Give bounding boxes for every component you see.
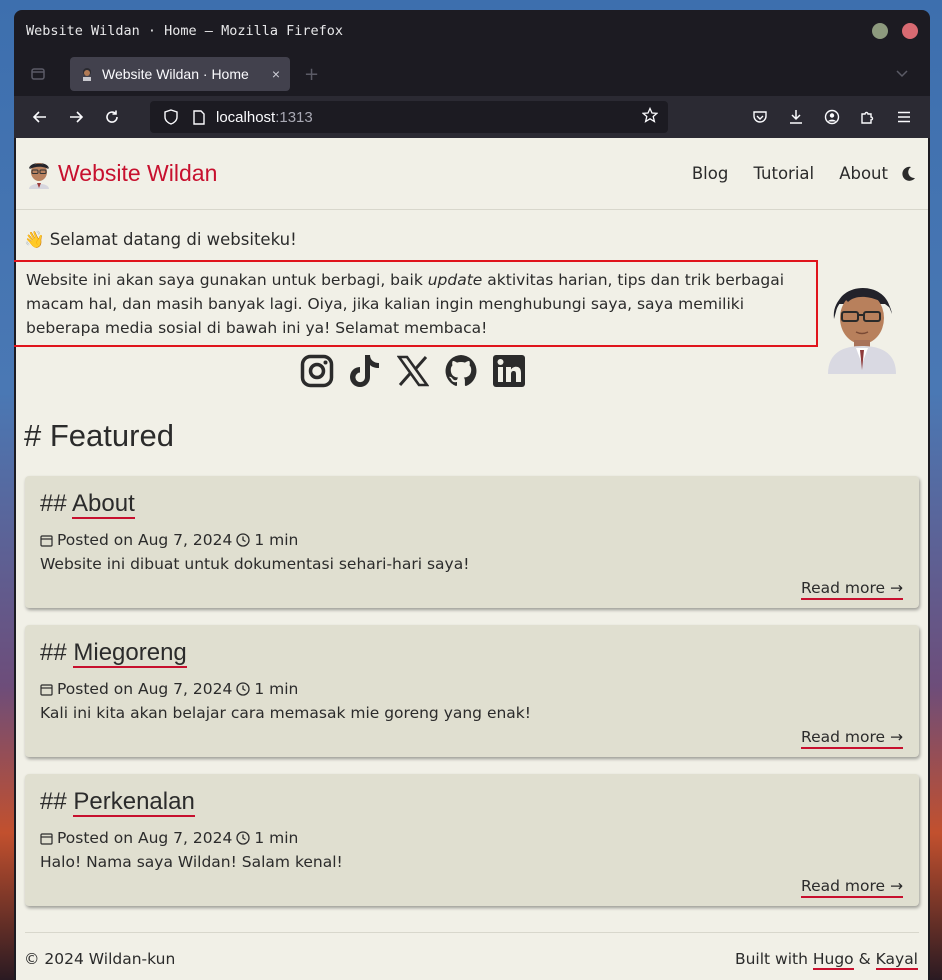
menu-item-blog[interactable]: Blog: [692, 164, 728, 183]
back-button[interactable]: [22, 101, 58, 133]
hugo-link[interactable]: Hugo: [812, 950, 854, 970]
intro-text-start: Website ini akan saya gunakan untuk berb…: [26, 271, 428, 289]
reload-icon: [106, 110, 118, 123]
pocket-button[interactable]: [742, 101, 778, 133]
site-title-link[interactable]: Website Wildan: [58, 160, 217, 187]
read-more-link[interactable]: Read more →: [801, 728, 903, 749]
card-heading: ## Perkenalan: [40, 788, 195, 817]
close-tab-icon[interactable]: ×: [272, 66, 280, 82]
window-title: Website Wildan · Home — Mozilla Firefox: [26, 23, 343, 39]
address-bar[interactable]: localhost:1313: [150, 101, 668, 133]
close-window-button[interactable]: [902, 23, 918, 39]
featured-card-miegoreng[interactable]: ## Miegoreng Posted on Aug 7, 2024 1 min…: [25, 625, 919, 757]
extensions-button[interactable]: [850, 101, 886, 133]
hero-avatar-image: [828, 287, 896, 374]
heading-prefix: ##: [40, 639, 74, 666]
clock-icon: [236, 682, 250, 696]
browser-window: Website Wildan · Home — Mozilla Firefox …: [14, 10, 930, 980]
account-button[interactable]: [814, 101, 850, 133]
page-icon[interactable]: [188, 109, 210, 125]
calendar-icon: [40, 683, 53, 696]
featured-card-about[interactable]: ## About Posted on Aug 7, 2024 1 min Web…: [25, 476, 919, 608]
calendar-icon: [40, 832, 53, 845]
web-page: Website Wildan Blog Tutorial About 👋 Sel…: [14, 138, 928, 980]
post-meta: Posted on Aug 7, 2024 1 min: [40, 829, 298, 847]
tab-strip: Website Wildan · Home × +: [14, 52, 930, 96]
post-summary: Halo! Nama saya Wildan! Salam kenal!: [40, 853, 343, 871]
new-tab-button[interactable]: +: [304, 64, 319, 85]
reading-time: 1 min: [254, 531, 299, 549]
back-arrow-icon: [32, 111, 46, 123]
post-title-link[interactable]: Miegoreng: [73, 639, 187, 668]
list-tabs-chevron-icon[interactable]: [896, 67, 908, 81]
url-port: :1313: [275, 108, 313, 126]
card-heading: ## Miegoreng: [40, 639, 187, 668]
navigation-toolbar: localhost:1313: [14, 96, 930, 138]
window-titlebar: Website Wildan · Home — Mozilla Firefox: [14, 10, 930, 52]
welcome-text: 👋 Selamat datang di websiteku!: [24, 230, 297, 249]
menu-item-tutorial[interactable]: Tutorial: [753, 164, 814, 183]
post-meta: Posted on Aug 7, 2024 1 min: [40, 531, 298, 549]
intro-text-emphasis: update: [427, 271, 483, 289]
tab-title: Website Wildan · Home: [102, 66, 249, 82]
avatar-favicon-icon: [83, 68, 91, 81]
forward-button[interactable]: [58, 101, 94, 133]
hamburger-icon: [898, 111, 910, 123]
account-icon: [824, 109, 840, 125]
puzzle-icon: [861, 111, 874, 124]
post-date: Posted on Aug 7, 2024: [57, 829, 233, 847]
footer-copyright: © 2024 Wildan-kun: [24, 950, 176, 968]
tab-website-wildan[interactable]: Website Wildan · Home ×: [70, 57, 290, 91]
url-host: localhost: [216, 108, 276, 126]
footer-divider: [25, 932, 919, 933]
tiktok-icon[interactable]: [348, 353, 382, 389]
bookmark-star-icon[interactable]: [641, 106, 659, 127]
pocket-icon: [753, 111, 767, 123]
menu-button[interactable]: [886, 101, 922, 133]
instagram-icon[interactable]: [300, 353, 334, 389]
post-summary: Kali ini kita akan belajar cara memasak …: [40, 704, 531, 722]
menu-item-about[interactable]: About: [839, 164, 888, 183]
dark-mode-moon-icon[interactable]: [902, 166, 916, 182]
post-title-link[interactable]: About: [72, 490, 135, 519]
reload-button[interactable]: [94, 101, 130, 133]
post-summary: Website ini dibuat untuk dokumentasi seh…: [40, 555, 470, 573]
forward-arrow-icon: [70, 111, 84, 123]
post-date: Posted on Aug 7, 2024: [57, 680, 233, 698]
clock-icon: [236, 533, 250, 547]
main-menu: Blog Tutorial About: [672, 164, 888, 183]
calendar-icon: [40, 534, 53, 547]
post-title-link[interactable]: Perkenalan: [73, 788, 195, 817]
footer-credits: Built with Hugo & Kayal: [734, 950, 918, 970]
footer-amp: &: [853, 950, 876, 968]
intro-paragraph-highlight: Website ini akan saya gunakan untuk berb…: [14, 260, 818, 347]
social-links: [300, 353, 526, 389]
heading-prefix: ##: [40, 490, 73, 517]
kayal-link[interactable]: Kayal: [875, 950, 918, 970]
card-heading: ## About: [40, 490, 135, 519]
site-logo-avatar[interactable]: [26, 159, 52, 189]
reading-time: 1 min: [254, 829, 299, 847]
read-more-link[interactable]: Read more →: [801, 579, 903, 600]
post-meta: Posted on Aug 7, 2024 1 min: [40, 680, 298, 698]
heading-prefix: ##: [40, 788, 74, 815]
minimize-button[interactable]: [872, 23, 888, 39]
downloads-button[interactable]: [778, 101, 814, 133]
shield-icon[interactable]: [160, 109, 182, 125]
reading-time: 1 min: [254, 680, 299, 698]
github-icon[interactable]: [444, 353, 478, 389]
footer-built-text: Built with: [734, 950, 813, 968]
featured-heading: # Featured: [24, 418, 174, 453]
linkedin-icon[interactable]: [492, 353, 526, 389]
read-more-link[interactable]: Read more →: [801, 877, 903, 898]
download-icon: [790, 110, 802, 124]
x-icon[interactable]: [396, 353, 430, 389]
featured-card-perkenalan[interactable]: ## Perkenalan Posted on Aug 7, 2024 1 mi…: [25, 774, 919, 906]
post-date: Posted on Aug 7, 2024: [57, 531, 233, 549]
site-header: Website Wildan Blog Tutorial About: [16, 138, 928, 210]
firefox-view-icon[interactable]: [22, 58, 54, 90]
clock-icon: [236, 831, 250, 845]
